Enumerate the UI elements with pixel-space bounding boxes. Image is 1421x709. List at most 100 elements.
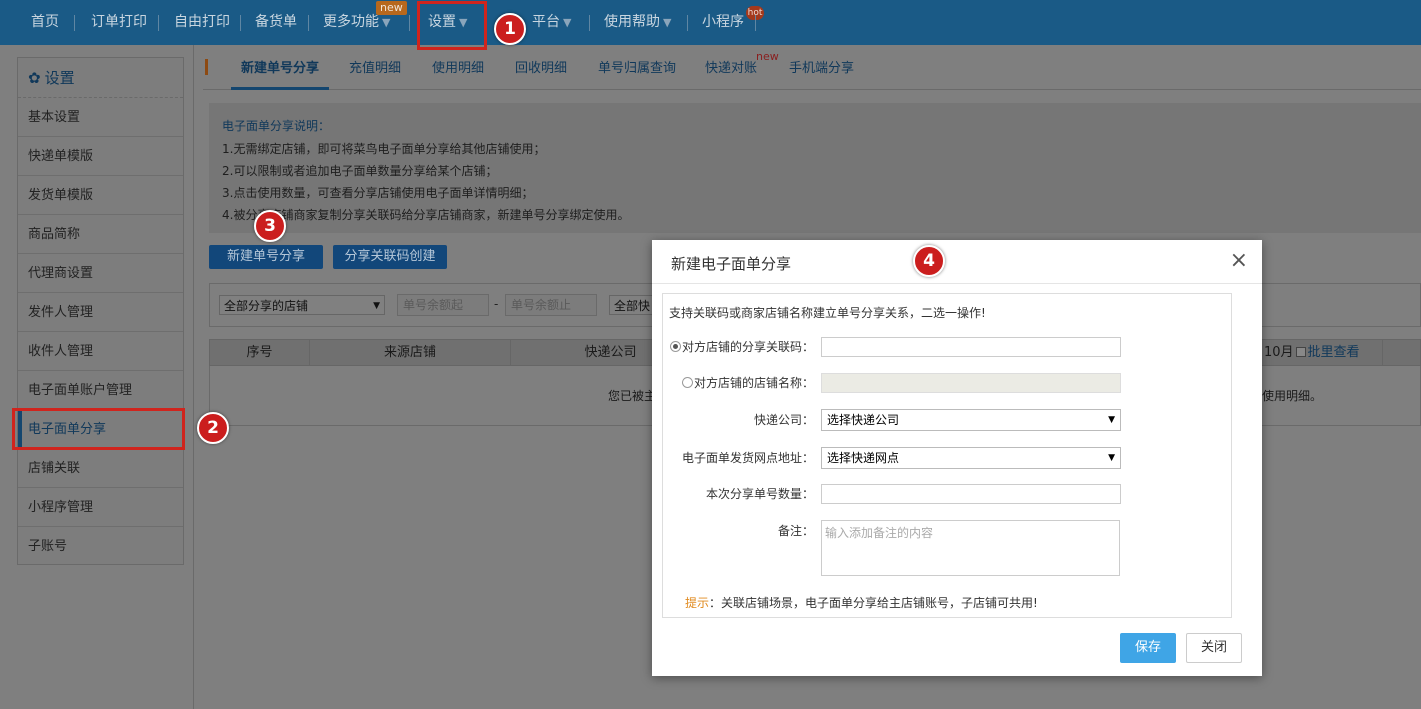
site-select[interactable]: 选择快递网点 ▼ [821, 447, 1121, 469]
sidebar-item-basic-settings[interactable]: 基本设置 [18, 98, 183, 137]
dialog-title: 新建电子面单分享 [671, 255, 792, 273]
sidebar-item-invoice-template[interactable]: 发货单模版 [18, 176, 183, 215]
share-instructions: 电子面单分享说明： 1.无需绑定店铺，即可将菜鸟电子面单分享给其他店铺使用； 2… [209, 103, 1421, 233]
sidebar-divider [193, 45, 194, 709]
nav-divider [158, 15, 159, 31]
share-code-radio[interactable] [669, 341, 681, 352]
chevron-down-icon: ▼ [1108, 453, 1115, 463]
sidebar-item-mini-program[interactable]: 小程序管理 [18, 488, 183, 527]
nav-platform[interactable]: 平台 ▼ [532, 0, 571, 45]
courier-label: 快递公司： [753, 413, 814, 427]
courier-filter-select[interactable]: 全部快 [609, 295, 655, 315]
nav-stock-list[interactable]: 备货单 [255, 0, 297, 45]
new-share-dialog: 新建电子面单分享 4 × 支持关联码或商家店铺名称建立单号分享关系，二选一操作!… [652, 240, 1262, 676]
sidebar-item-product-alias[interactable]: 商品简称 [18, 215, 183, 254]
range-dash: - [494, 297, 499, 311]
highlight-settings [417, 1, 487, 50]
chevron-down-icon: ▼ [563, 16, 572, 29]
tab-courier-reconcile[interactable]: 快递对账 [705, 56, 757, 90]
shop-filter-select[interactable]: 全部分享的店铺 ▼ [219, 295, 385, 315]
new-badge: new [756, 50, 779, 63]
tip-key: 提示 [685, 596, 710, 610]
quantity-label: 本次分享单号数量： [705, 487, 814, 501]
sidebar-item-receiver-management[interactable]: 收件人管理 [18, 332, 183, 371]
tab-number-query[interactable]: 单号归属查询 [598, 56, 676, 90]
shop-name-input[interactable] [821, 373, 1121, 393]
top-nav: 首页 订单打印 自由打印 备货单 更多功能 ▼ new 设置 ▼ 平台 ▼ 使用帮助 ▼… [0, 0, 1421, 45]
sidebar-item-eorder-account[interactable]: 电子面单账户管理 [18, 371, 183, 410]
batch-view-column: 10月 批里查看 [1261, 340, 1383, 365]
nav-help[interactable]: 使用帮助 ▼ [604, 0, 671, 45]
nav-platform-label: 平台 [532, 14, 560, 30]
nav-free-print[interactable]: 自由打印 [174, 0, 230, 45]
dialog-header: 新建电子面单分享 4 × [652, 240, 1262, 284]
sidebar-item-shop-link[interactable]: 店铺关联 [18, 449, 183, 488]
highlight-eorder-share [12, 408, 185, 450]
nav-home[interactable]: 首页 [31, 0, 59, 45]
new-share-button[interactable]: 新建单号分享 [209, 245, 323, 269]
tab-recycle-detail[interactable]: 回收明细 [515, 56, 567, 90]
dialog-form: 支持关联码或商家店铺名称建立单号分享关系，二选一操作! 对方店铺的分享关联码： … [662, 293, 1232, 618]
remark-textarea[interactable]: 输入添加备注的内容 [821, 520, 1120, 576]
sidebar-item-agent-settings[interactable]: 代理商设置 [18, 254, 183, 293]
tab-recharge-detail[interactable]: 充值明细 [349, 56, 401, 90]
nav-divider [74, 15, 75, 31]
tip-body: ：关联店铺场景，电子面单分享给主店铺账号，子店铺可共用! [709, 596, 1038, 610]
column-header: 来源店铺 [310, 340, 511, 365]
save-button[interactable]: 保存 [1120, 633, 1176, 663]
annotation-3: 3 [254, 210, 286, 242]
empty-message-right: 使用明细。 [1262, 389, 1323, 403]
chevron-down-icon: ▼ [663, 16, 672, 29]
nav-help-label: 使用帮助 [604, 14, 660, 30]
month-label: 10月 [1264, 345, 1294, 360]
nav-divider [409, 15, 410, 31]
empty-message-left: 您已被主 [608, 389, 657, 403]
nav-divider [308, 15, 309, 31]
column-header: 序号 [210, 340, 310, 365]
shop-name-label-text: 对方店铺的店铺名称： [693, 376, 814, 390]
nav-divider [589, 15, 590, 31]
instruction-line: 2.可以限制或者追加电子面单数量分享给某个店铺； [222, 164, 498, 178]
quantity-input[interactable] [821, 484, 1121, 504]
annotation-4: 4 [913, 245, 945, 277]
remark-label: 备注： [777, 524, 814, 538]
dialog-description: 支持关联码或商家店铺名称建立单号分享关系，二选一操作! [669, 306, 986, 320]
tab-marker [205, 59, 208, 75]
instructions-title: 电子面单分享说明： [222, 119, 331, 133]
chevron-down-icon: ▼ [1108, 415, 1115, 425]
instruction-line: 1.无需绑定店铺，即可将菜鸟电子面单分享给其他店铺使用； [222, 142, 546, 156]
nav-order-print[interactable]: 订单打印 [91, 0, 147, 45]
settings-sidebar: ✿ 设置 基本设置 快递单模版 发货单模版 商品简称 代理商设置 发件人管理 收件… [17, 57, 184, 565]
nav-divider [240, 15, 241, 31]
annotation-1: 1 [494, 13, 526, 45]
close-button[interactable]: 关闭 [1186, 633, 1242, 663]
batch-view-link[interactable]: 批里查看 [1308, 345, 1360, 360]
sidebar-item-sender-management[interactable]: 发件人管理 [18, 293, 183, 332]
nav-divider [687, 15, 688, 31]
tab-mobile-share[interactable]: 手机端分享 [789, 56, 854, 90]
tab-usage-detail[interactable]: 使用明细 [432, 56, 484, 90]
balance-to-input[interactable]: 单号余额止 [505, 294, 597, 316]
shop-name-radio[interactable] [681, 377, 693, 388]
balance-from-input[interactable]: 单号余额起 [397, 294, 489, 316]
share-code-input[interactable] [821, 337, 1121, 357]
site-select-value: 选择快递网点 [827, 451, 900, 465]
share-code-label-text: 对方店铺的分享关联码： [681, 340, 814, 354]
nav-mini-program[interactable]: 小程序 [702, 0, 744, 45]
tip-text: 提示：关联店铺场景，电子面单分享给主店铺账号，子店铺可共用! [685, 594, 1038, 611]
courier-select[interactable]: 选择快递公司 ▼ [821, 409, 1121, 431]
tab-new-share[interactable]: 新建单号分享 [231, 56, 329, 90]
nav-divider [755, 15, 756, 31]
sidebar-item-sub-account[interactable]: 子账号 [18, 527, 183, 566]
sidebar-title-label: 设置 [44, 69, 75, 87]
courier-select-value: 选择快递公司 [827, 413, 900, 427]
gear-icon: ✿ [28, 69, 41, 87]
batch-checkbox[interactable] [1295, 347, 1306, 357]
close-icon[interactable]: × [1230, 249, 1248, 273]
shop-filter-value: 全部分享的店铺 [224, 299, 309, 313]
sidebar-item-waybill-template[interactable]: 快递单模版 [18, 137, 183, 176]
chevron-down-icon: ▼ [382, 16, 391, 29]
create-share-code-button[interactable]: 分享关联码创建 [333, 245, 447, 269]
annotation-2: 2 [197, 412, 229, 444]
instruction-line: 3.点击使用数量，可查看分享店铺使用电子面单详情明细； [222, 186, 534, 200]
